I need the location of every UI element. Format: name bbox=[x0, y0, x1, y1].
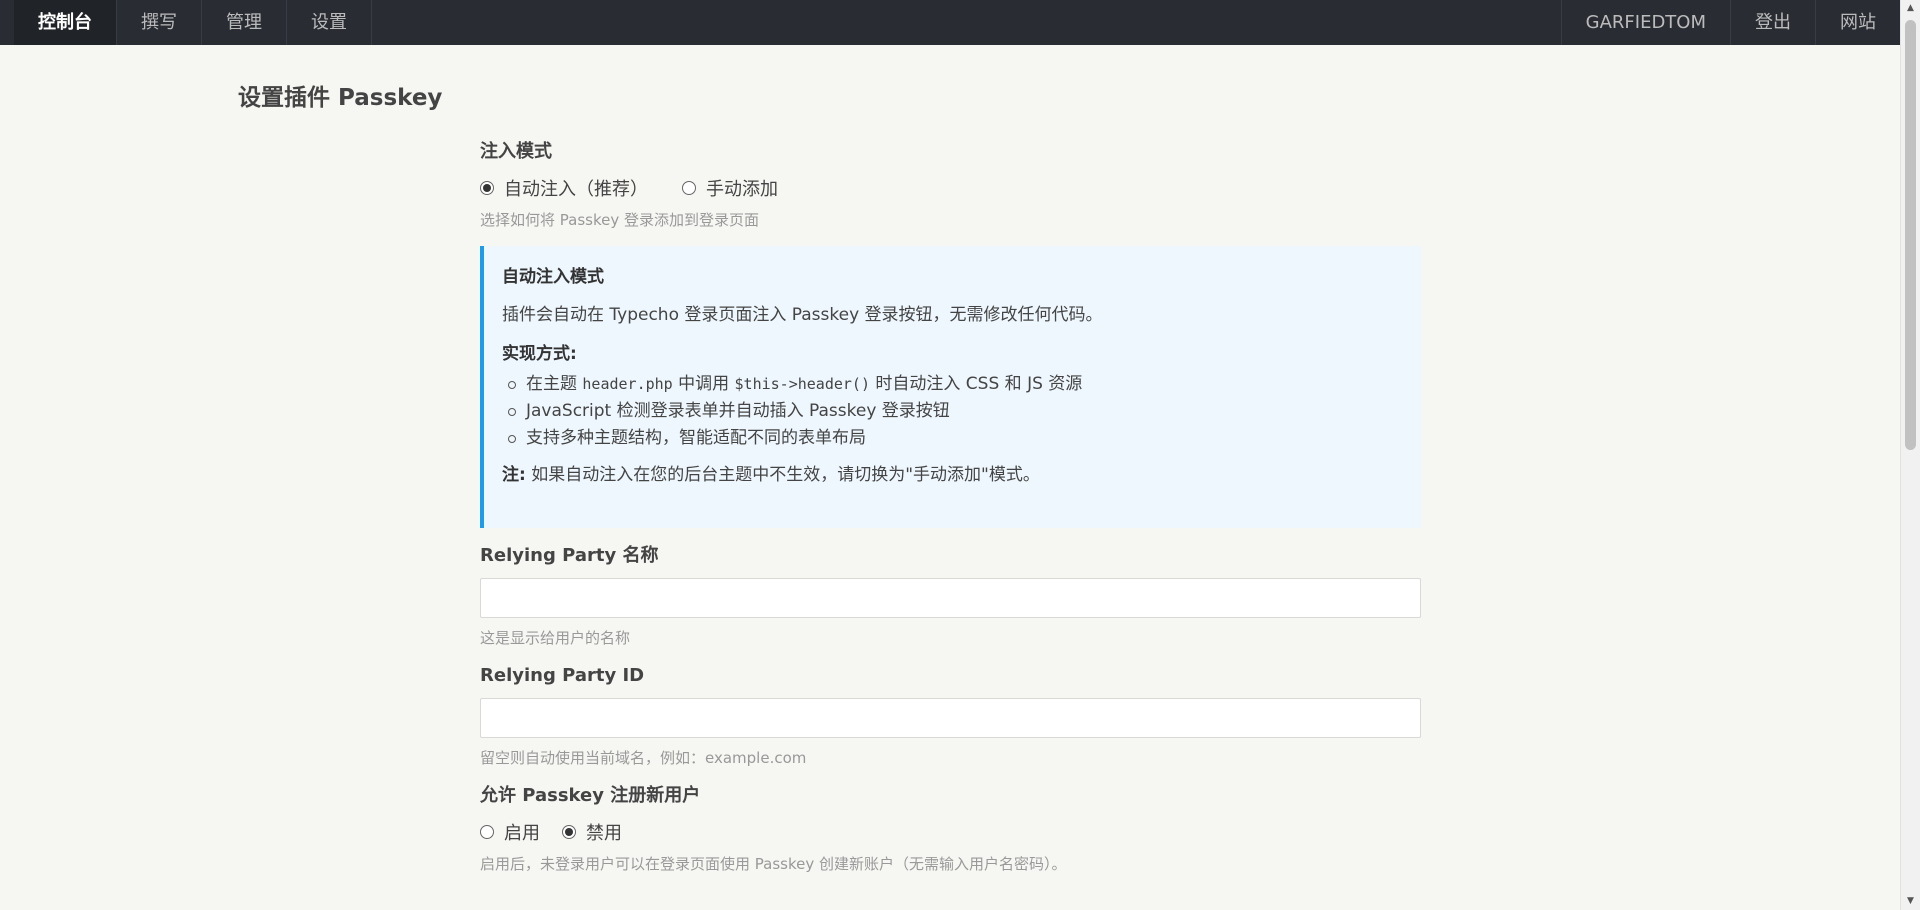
list-item: JavaScript 检测登录表单并自动插入 Passkey 登录按钮 bbox=[508, 398, 1403, 425]
allow-register-options: 启用 禁用 bbox=[480, 820, 1421, 844]
rp-id-label: Relying Party ID bbox=[480, 665, 645, 686]
nav-manage[interactable]: 管理 bbox=[202, 0, 287, 45]
inject-mode-section: 注入模式 自动注入（推荐） 手动添加 选择如何将 Passkey 登录添加到登录… bbox=[480, 140, 1421, 230]
rp-name-section: Relying Party 名称 这是显示给用户的名称 bbox=[480, 544, 1421, 648]
info-box-footnote: 注: 如果自动注入在您的后台主题中不生效，请切换为"手动添加"模式。 bbox=[502, 465, 1040, 485]
allow-register-disable-radio[interactable] bbox=[562, 825, 576, 839]
rp-id-section: Relying Party ID 留空则自动使用当前域名，例如：example.… bbox=[480, 664, 1421, 768]
nav-user[interactable]: GARFIEDTOM bbox=[1560, 0, 1730, 45]
rp-name-label: Relying Party 名称 bbox=[480, 545, 659, 566]
rp-id-description: 留空则自动使用当前域名，例如：example.com bbox=[480, 749, 807, 767]
scroll-thumb[interactable] bbox=[1905, 20, 1916, 450]
nav-right: GARFIEDTOM 登出 网站 bbox=[1560, 0, 1900, 45]
rp-name-description: 这是显示给用户的名称 bbox=[480, 629, 631, 647]
info-box-title: 自动注入模式 bbox=[502, 267, 604, 287]
nav-site[interactable]: 网站 bbox=[1815, 0, 1900, 45]
inject-mode-auto-label: 自动注入（推荐） bbox=[504, 179, 648, 200]
nav-logout[interactable]: 登出 bbox=[1730, 0, 1815, 45]
nav-write[interactable]: 撰写 bbox=[117, 0, 202, 45]
inject-mode-options: 自动注入（推荐） 手动添加 bbox=[480, 176, 1421, 200]
scroll-up-icon[interactable]: ▲ bbox=[1901, 0, 1920, 17]
allow-register-enable-radio[interactable] bbox=[480, 825, 494, 839]
list-item: 在主题 header.php 中调用 $this->header() 时自动注入… bbox=[508, 371, 1403, 398]
page-title: 设置插件 Passkey bbox=[238, 85, 443, 111]
allow-register-enable-label: 启用 bbox=[504, 823, 540, 844]
allow-register-disable-label: 禁用 bbox=[586, 823, 622, 844]
top-navigation: 控制台 撰写 管理 设置 GARFIEDTOM 登出 网站 bbox=[0, 0, 1900, 45]
inject-mode-label: 注入模式 bbox=[480, 141, 552, 162]
nav-dashboard[interactable]: 控制台 bbox=[14, 0, 117, 45]
inject-mode-manual-option[interactable]: 手动添加 bbox=[682, 175, 778, 201]
nav-settings[interactable]: 设置 bbox=[287, 0, 372, 45]
info-box-text: 插件会自动在 Typecho 登录页面注入 Passkey 登录按钮，无需修改任… bbox=[502, 305, 1103, 325]
code-header-php: header.php bbox=[582, 375, 673, 393]
code-this-header: $this->header() bbox=[734, 375, 870, 393]
allow-register-disable-option[interactable]: 禁用 bbox=[562, 819, 622, 845]
list-item: 支持多种主题结构，智能适配不同的表单布局 bbox=[508, 425, 1403, 452]
inject-mode-auto-option[interactable]: 自动注入（推荐） bbox=[480, 175, 648, 201]
inject-mode-manual-label: 手动添加 bbox=[706, 179, 778, 200]
allow-register-enable-option[interactable]: 启用 bbox=[480, 819, 540, 845]
auto-inject-info-box: 自动注入模式 插件会自动在 Typecho 登录页面注入 Passkey 登录按… bbox=[480, 246, 1421, 528]
inject-mode-manual-radio[interactable] bbox=[682, 181, 696, 195]
plugin-settings-form: 注入模式 自动注入（推荐） 手动添加 选择如何将 Passkey 登录添加到登录… bbox=[480, 140, 1421, 874]
allow-register-description: 启用后，未登录用户可以在登录页面使用 Passkey 创建新账户（无需输入用户名… bbox=[480, 855, 1067, 873]
allow-register-section: 允许 Passkey 注册新用户 启用 禁用 启用后，未登录用户可以在登录页面使… bbox=[480, 784, 1421, 874]
inject-mode-auto-radio[interactable] bbox=[480, 181, 494, 195]
nav-left: 控制台 撰写 管理 设置 bbox=[0, 0, 372, 45]
rp-id-input[interactable] bbox=[480, 698, 1421, 738]
vertical-scrollbar[interactable]: ▲ ▼ bbox=[1900, 0, 1920, 910]
info-box-list: 在主题 header.php 中调用 $this->header() 时自动注入… bbox=[502, 371, 1403, 452]
allow-register-label: 允许 Passkey 注册新用户 bbox=[480, 785, 701, 806]
scroll-down-icon[interactable]: ▼ bbox=[1901, 893, 1920, 910]
info-box-how-title: 实现方式: bbox=[502, 344, 577, 364]
inject-mode-description: 选择如何将 Passkey 登录添加到登录页面 bbox=[480, 211, 759, 229]
rp-name-input[interactable] bbox=[480, 578, 1421, 618]
